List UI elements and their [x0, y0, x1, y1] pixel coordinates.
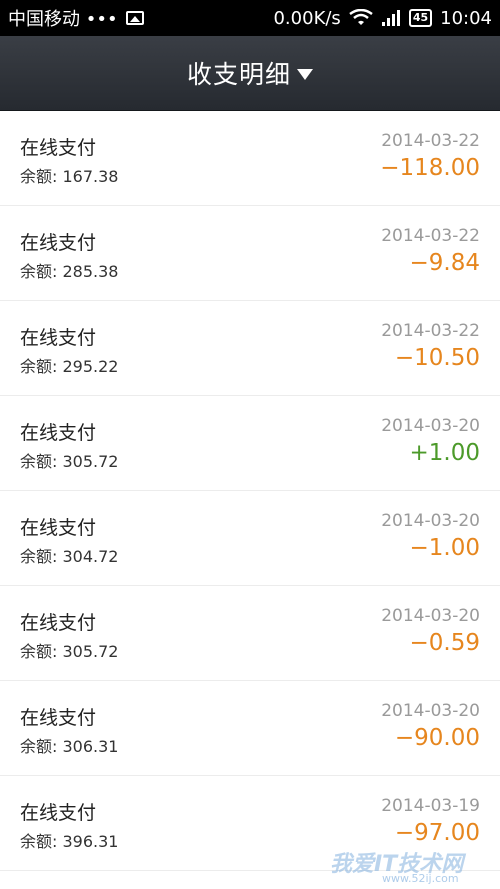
transaction-balance: 余额: 167.38: [20, 167, 119, 186]
carrier-label: 中国移动 •••: [8, 9, 118, 30]
transaction-balance: 余额: 295.22: [20, 357, 119, 376]
transaction-balance: 余额: 304.72: [20, 547, 119, 566]
transaction-row[interactable]: 在线支付余额: 306.31 2014-03-20 −90.00: [0, 681, 500, 776]
transaction-row[interactable]: 在线支付余额: 295.22 2014-03-22 −10.50: [0, 301, 500, 396]
title-bar: 收支明细: [0, 36, 500, 111]
page-title: 收支明细: [186, 60, 291, 89]
transaction-title: 在线支付: [20, 707, 97, 729]
transaction-amount: −1.00: [409, 535, 480, 561]
transaction-title: 在线支付: [20, 422, 97, 444]
watermark-url: www.52ij.com: [382, 872, 459, 885]
transaction-date: 2014-03-20: [381, 701, 480, 721]
image-icon: [125, 11, 144, 25]
transaction-balance: 余额: 306.31: [20, 737, 119, 756]
transaction-date: 2014-03-20: [381, 511, 480, 531]
transaction-amount: −118.00: [380, 155, 480, 181]
transaction-amount: +1.00: [409, 440, 480, 466]
transaction-amount: −10.50: [394, 345, 480, 371]
title-dropdown[interactable]: 收支明细: [187, 55, 313, 91]
transaction-row[interactable]: 在线支付余额: 305.72 2014-03-20 +1.00: [0, 396, 500, 491]
transaction-row[interactable]: 在线支付余额: 305.72 2014-03-20 −0.59: [0, 586, 500, 681]
wifi-icon: [349, 9, 373, 25]
transaction-amount: −90.00: [394, 725, 480, 751]
clock: 10:04: [440, 7, 492, 29]
transaction-amount: −0.59: [409, 630, 480, 656]
transaction-title: 在线支付: [20, 612, 97, 634]
transaction-date: 2014-03-22: [381, 226, 480, 246]
transaction-date: 2014-03-22: [381, 321, 480, 341]
transaction-title: 在线支付: [20, 137, 97, 159]
transaction-date: 2014-03-19: [381, 796, 480, 816]
transaction-date: 2014-03-20: [381, 416, 480, 436]
transaction-balance: 余额: 396.31: [20, 832, 119, 851]
transaction-balance: 余额: 305.72: [20, 452, 119, 471]
transaction-row[interactable]: 在线支付余额: 167.38 2014-03-22 −118.00: [0, 111, 500, 206]
transaction-amount: −9.84: [409, 250, 480, 276]
transaction-title: 在线支付: [20, 327, 97, 349]
network-speed: 0.00K/s: [273, 7, 341, 29]
transaction-list: 在线支付 余额: 167.38 2014-03-22 −118.00 在线支付 余额: 2…: [0, 111, 500, 871]
transaction-amount: −97.00: [394, 820, 480, 846]
transaction-balance: 余额: 285.38: [20, 262, 119, 281]
transaction-date: 2014-03-22: [381, 131, 480, 151]
transaction-balance: 余额: 305.72: [20, 642, 119, 661]
signal-icon: [381, 10, 400, 26]
transaction-row[interactable]: 在线支付余额: 285.38 2014-03-22 −9.84: [0, 206, 500, 301]
transaction-row[interactable]: 在线支付余额: 304.72 2014-03-20 −1.00: [0, 491, 500, 586]
transaction-date: 2014-03-20: [381, 606, 480, 626]
caret-down-icon: [297, 68, 313, 80]
transaction-title: 在线支付: [20, 517, 97, 539]
status-bar: 中国移动 ••• 0.00K/s 45 10:04: [0, 0, 500, 36]
transaction-title: 在线支付: [20, 802, 97, 824]
transaction-title: 在线支付: [20, 232, 97, 254]
battery-icon: 45: [408, 9, 433, 27]
